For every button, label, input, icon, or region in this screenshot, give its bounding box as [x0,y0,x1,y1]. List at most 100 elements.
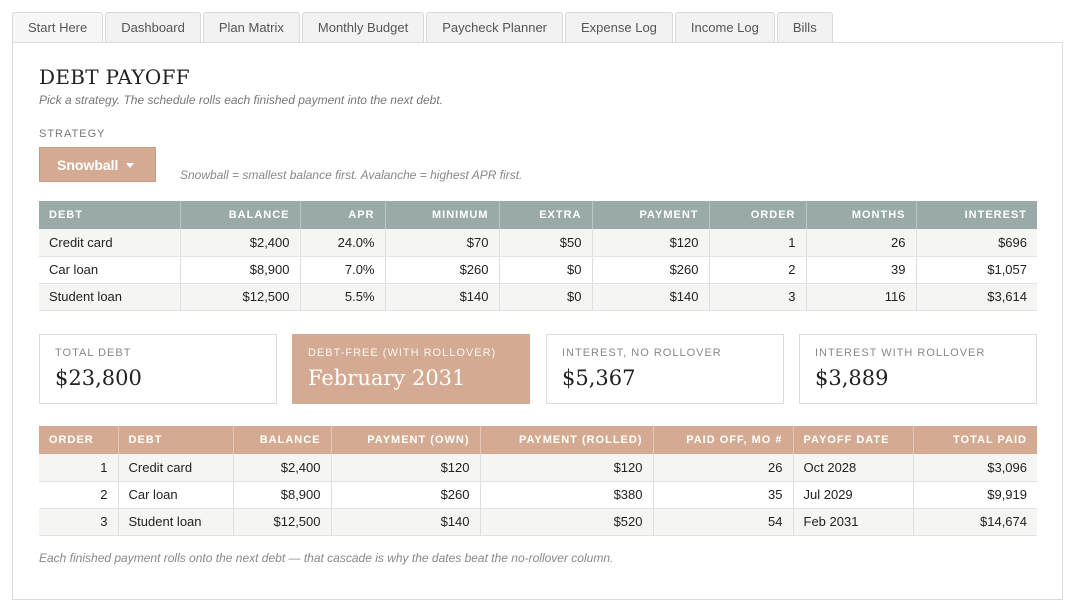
footnote: Each finished payment rolls onto the nex… [39,551,614,565]
payment-cell: $140 [592,283,710,311]
debt-payoff-panel: DEBT PAYOFF Pick a strategy. The schedul… [12,42,1063,600]
debt-name-cell: Car loan [118,481,234,509]
interest-with-rollover-card: INTEREST WITH ROLLOVER $3,889 [799,334,1037,404]
tab-monthly-budget[interactable]: Monthly Budget [301,12,425,43]
total-paid-cell: $9,919 [913,481,1037,509]
payment-cell: $260 [592,256,710,284]
card-value: $23,800 [55,366,142,390]
total-debt-card: TOTAL DEBT $23,800 [39,334,277,404]
payment-cell: $120 [592,229,710,257]
apr-cell[interactable]: 7.0% [300,256,386,284]
extra-cell[interactable]: $0 [499,283,593,311]
schedule-table-header: ORDER DEBT BALANCE PAYMENT (OWN) PAYMENT… [39,426,1037,454]
tab-paycheck-planner[interactable]: Paycheck Planner [426,12,564,43]
apr-cell[interactable]: 24.0% [300,229,386,257]
order-cell: 3 [39,508,119,536]
debts-table-header: DEBT BALANCE APR MINIMUM EXTRA PAYMENT O… [39,201,1037,229]
col-header: APR [300,201,386,229]
balance-cell[interactable]: $8,900 [180,256,301,284]
balance-cell: $12,500 [233,508,332,536]
payment-rolled-cell: $520 [480,508,654,536]
debt-free-date-card: DEBT-FREE (WITH ROLLOVER) February 2031 [292,334,530,404]
table-row: 1 Credit card $2,400 $120 $120 26 Oct 20… [39,454,1037,482]
balance-cell: $2,400 [233,454,332,482]
minimum-cell[interactable]: $140 [385,283,500,311]
strategy-selected-value: Snowball [57,156,119,173]
col-header: PAYOFF DATE [793,426,914,454]
interest-cell: $1,057 [916,256,1037,284]
col-header: MONTHS [806,201,917,229]
chevron-down-icon [126,163,135,168]
col-header: PAYMENT [592,201,710,229]
col-header: PAYMENT (OWN) [331,426,481,454]
balance-cell[interactable]: $2,400 [180,229,301,257]
debt-name-cell: Credit card [118,454,234,482]
interest-no-rollover-card: INTEREST, NO ROLLOVER $5,367 [546,334,784,404]
paid-off-month-cell: 35 [653,481,794,509]
debt-name-cell[interactable]: Car loan [39,256,181,284]
total-paid-cell: $14,674 [913,508,1037,536]
apr-cell[interactable]: 5.5% [300,283,386,311]
interest-cell: $696 [916,229,1037,257]
payoff-date-cell: Oct 2028 [793,454,914,482]
strategy-note: Snowball = smallest balance first. Avala… [180,168,523,182]
tab-start-here[interactable]: Start Here [12,12,104,43]
card-label: INTEREST, NO ROLLOVER [562,347,722,359]
card-value: $3,889 [815,366,889,390]
paid-off-month-cell: 26 [653,454,794,482]
payment-own-cell: $260 [331,481,481,509]
payment-own-cell: $140 [331,508,481,536]
payoff-date-cell: Jul 2029 [793,481,914,509]
order-cell: 1 [39,454,119,482]
table-row: Car loan $8,900 7.0% $260 $0 $260 2 39 $… [39,256,1037,284]
payment-rolled-cell: $120 [480,454,654,482]
tab-bar: Start Here Dashboard Plan Matrix Monthly… [12,12,835,43]
debt-name-cell[interactable]: Student loan [39,283,181,311]
extra-cell[interactable]: $50 [499,229,593,257]
extra-cell[interactable]: $0 [499,256,593,284]
interest-cell: $3,614 [916,283,1037,311]
summary-cards: TOTAL DEBT $23,800 DEBT-FREE (WITH ROLLO… [39,334,1037,404]
tab-income-log[interactable]: Income Log [674,12,775,43]
payment-own-cell: $120 [331,454,481,482]
card-label: TOTAL DEBT [55,347,132,359]
col-header: ORDER [39,426,119,454]
tab-expense-log[interactable]: Expense Log [565,12,673,43]
col-header: TOTAL PAID [913,426,1037,454]
strategy-label: STRATEGY [39,128,106,140]
table-row: Student loan $12,500 5.5% $140 $0 $140 3… [39,283,1037,311]
col-header: BALANCE [233,426,332,454]
months-cell: 26 [806,229,917,257]
debts-table: DEBT BALANCE APR MINIMUM EXTRA PAYMENT O… [39,201,1037,311]
payment-rolled-cell: $380 [480,481,654,509]
total-paid-cell: $3,096 [913,454,1037,482]
col-header: DEBT [39,201,181,229]
tab-plan-matrix[interactable]: Plan Matrix [202,12,300,43]
strategy-dropdown[interactable]: Snowball [39,147,156,182]
tab-dashboard[interactable]: Dashboard [105,12,201,43]
order-cell: 2 [709,256,807,284]
balance-cell[interactable]: $12,500 [180,283,301,311]
paid-off-month-cell: 54 [653,508,794,536]
months-cell: 116 [806,283,917,311]
col-header: ORDER [709,201,807,229]
payoff-date-cell: Feb 2031 [793,508,914,536]
col-header: DEBT [118,426,234,454]
col-header: PAID OFF, MO # [653,426,794,454]
debt-name-cell: Student loan [118,508,234,536]
card-value: February 2031 [308,366,466,390]
minimum-cell[interactable]: $260 [385,256,500,284]
col-header: EXTRA [499,201,593,229]
minimum-cell[interactable]: $70 [385,229,500,257]
page-title: DEBT PAYOFF [39,65,190,89]
table-row: 2 Car loan $8,900 $260 $380 35 Jul 2029 … [39,481,1037,509]
table-row: 3 Student loan $12,500 $140 $520 54 Feb … [39,508,1037,536]
col-header: BALANCE [180,201,301,229]
card-label: DEBT-FREE (WITH ROLLOVER) [308,347,497,359]
order-cell: 2 [39,481,119,509]
card-label: INTEREST WITH ROLLOVER [815,347,986,359]
debt-name-cell[interactable]: Credit card [39,229,181,257]
tab-bills[interactable]: Bills [776,12,833,43]
order-cell: 3 [709,283,807,311]
col-header: PAYMENT (ROLLED) [480,426,654,454]
